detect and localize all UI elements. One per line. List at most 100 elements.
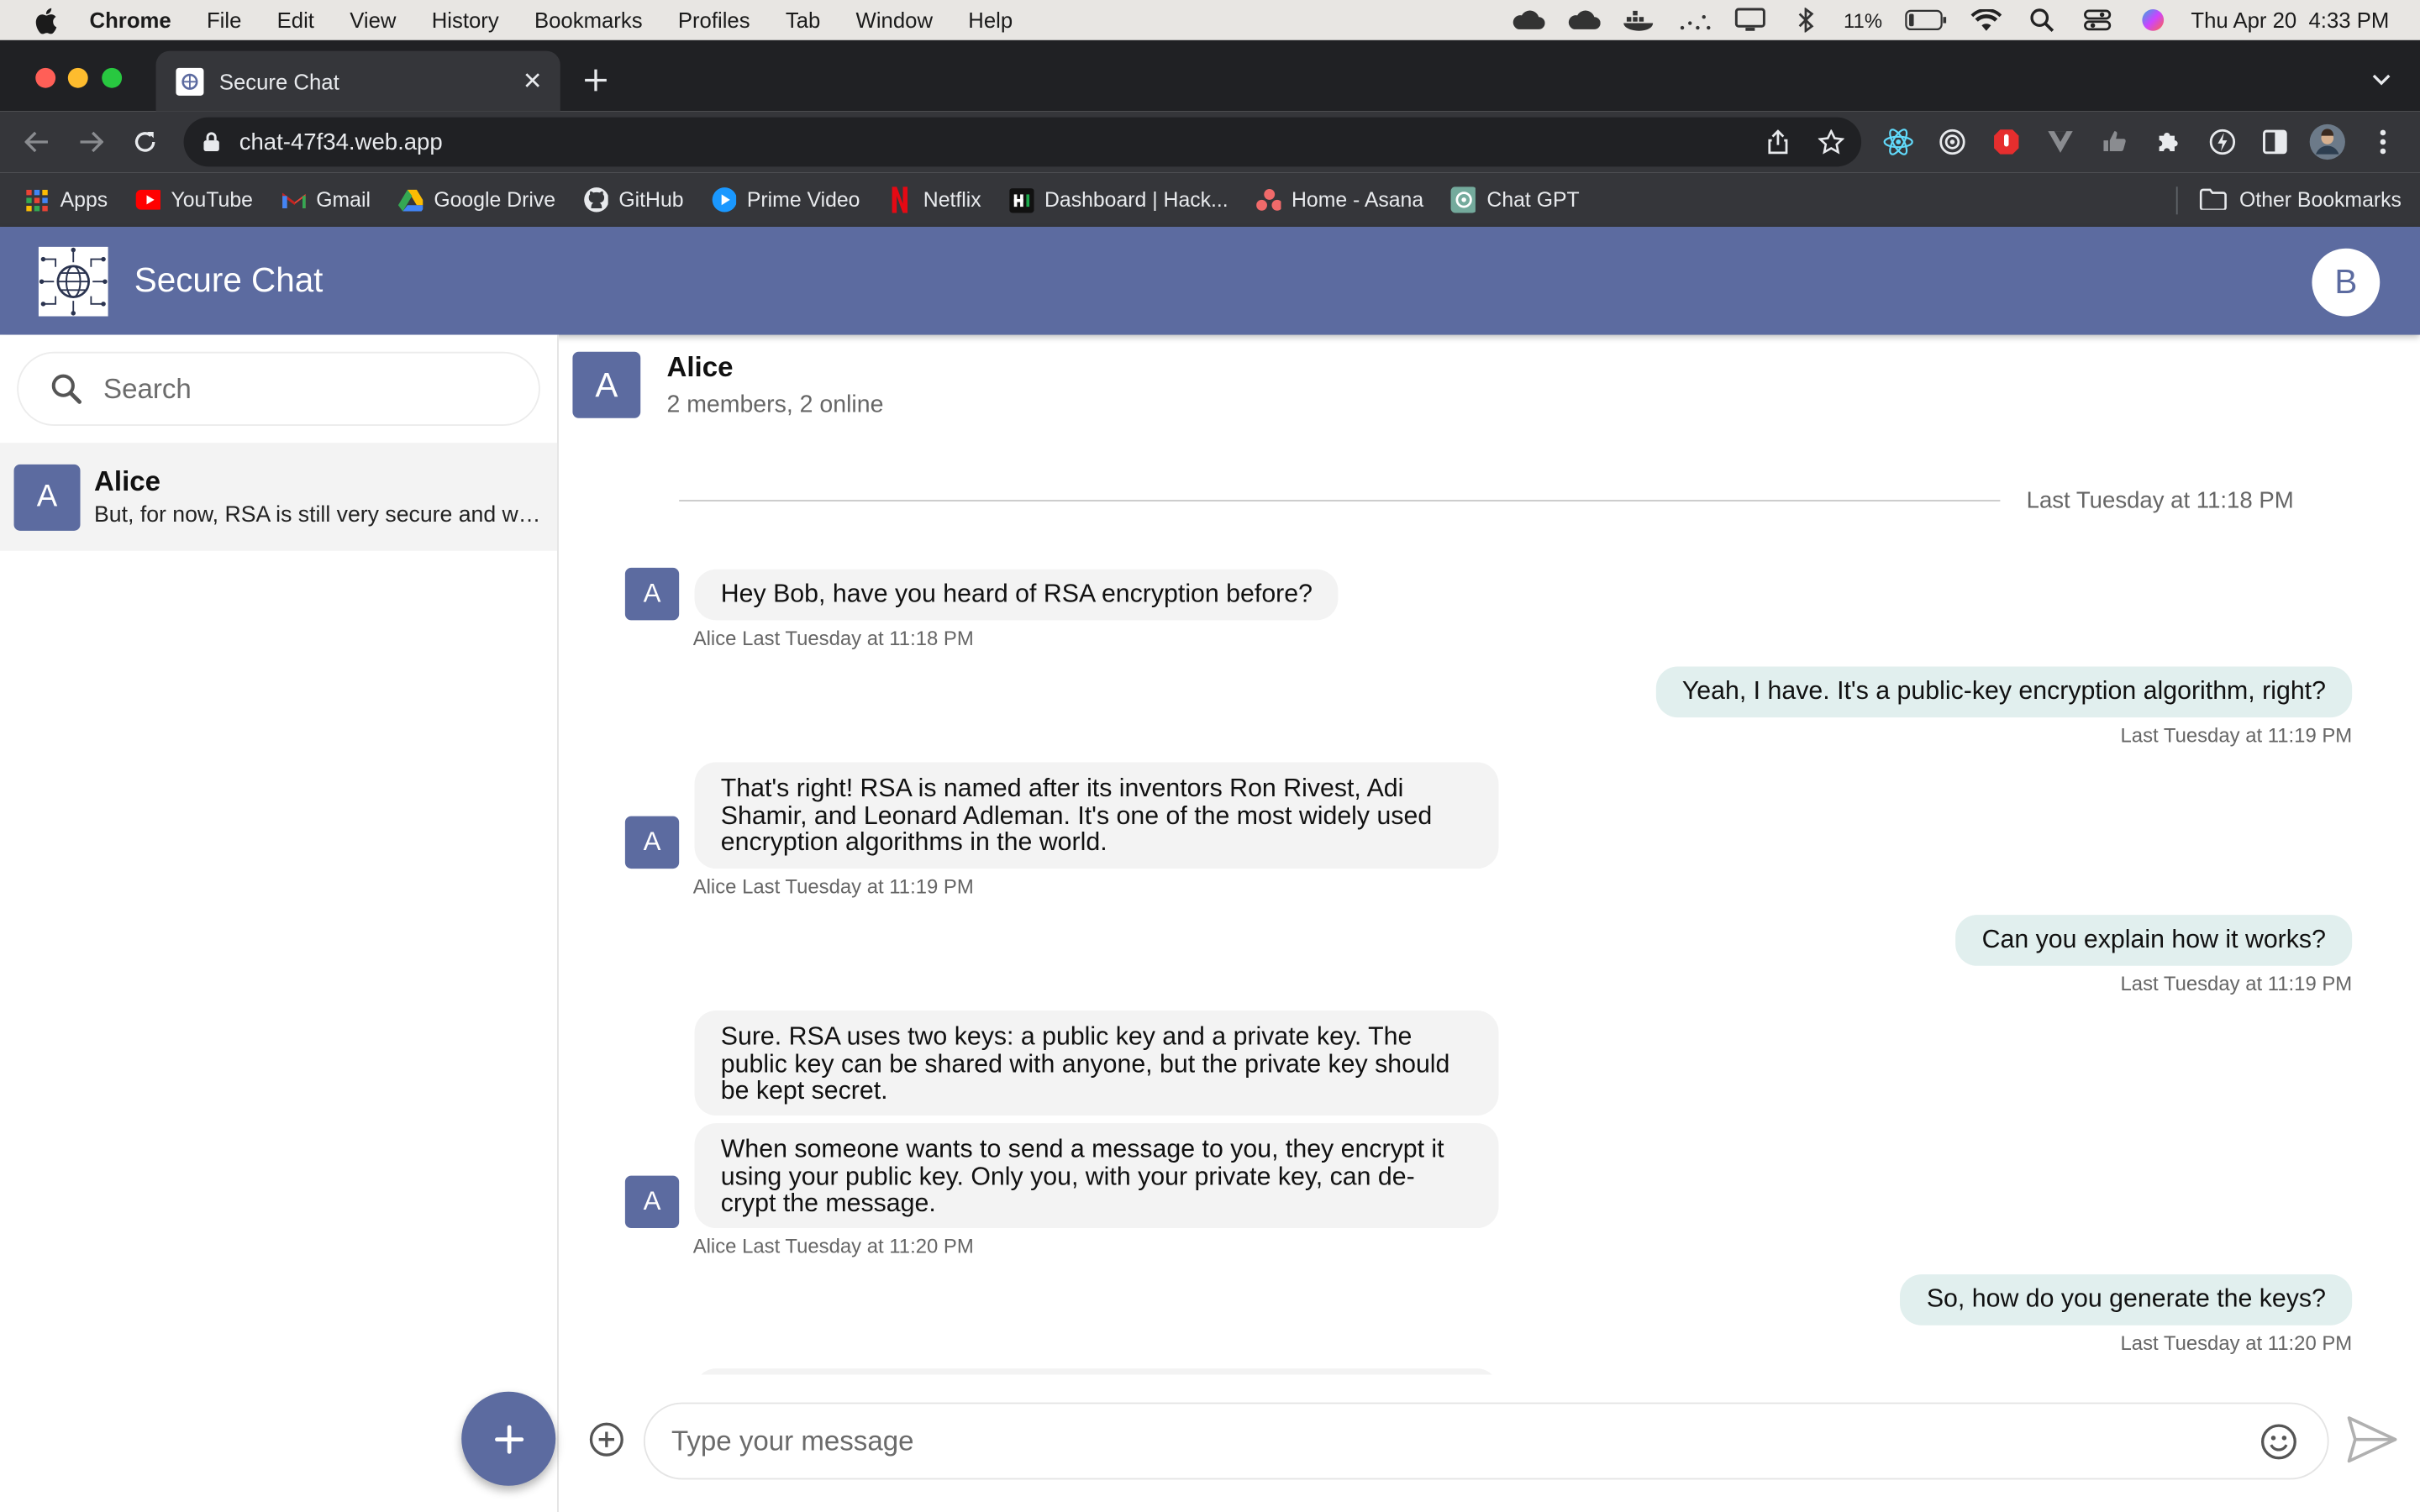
menu-edit[interactable]: Edit [277, 8, 314, 32]
message-avatar: A [624, 567, 680, 621]
bookmark-gmail[interactable]: Gmail [281, 187, 371, 212]
battery-icon[interactable] [1904, 8, 1947, 32]
emoji-icon[interactable] [2260, 1422, 2298, 1461]
wifi-icon[interactable] [1969, 8, 2002, 32]
bookmark-youtube[interactable]: YouTube [135, 187, 253, 212]
back-arrow-icon[interactable] [22, 127, 53, 158]
new-tab-icon[interactable] [581, 65, 612, 96]
bookmark-label: Gmail [316, 188, 371, 212]
address-bar[interactable]: chat-47f34.web.app [183, 117, 1862, 167]
bookmark-hackerrank[interactable]: Dashboard | Hack... [1008, 187, 1228, 213]
profile-avatar-icon[interactable] [2309, 123, 2346, 160]
bookmark-other-folder[interactable]: Other Bookmarks [2199, 173, 2402, 227]
new-conversation-button[interactable] [461, 1391, 556, 1486]
app-header: Secure Chat B [0, 227, 2420, 335]
display-icon[interactable] [1733, 8, 1766, 32]
menu-history[interactable]: History [432, 8, 499, 32]
message-meta: Last Tuesday at 11:20 PM [2120, 1331, 2353, 1355]
ad-blocker-icon[interactable] [1991, 127, 2022, 158]
bookmark-asana[interactable]: Home - Asana [1255, 187, 1424, 212]
apps-grid-icon [24, 187, 49, 212]
menubar-clock[interactable]: Thu Apr 20 4:33 PM [2191, 8, 2389, 32]
incoming-message-bubble: When someone wants to send a message to … [694, 1123, 1499, 1229]
incoming-message-bubble: Hey Bob, have you heard of RSA encryptio… [694, 569, 1339, 621]
bookmark-label: Home - Asana [1292, 188, 1424, 212]
cloud-icon[interactable] [1510, 8, 1544, 32]
menu-help[interactable]: Help [968, 8, 1013, 32]
menu-tab[interactable]: Tab [786, 8, 820, 32]
secure-chat-logo-icon [38, 246, 108, 317]
bookmark-prime-video[interactable]: Prime Video [712, 187, 860, 213]
bookmark-netflix[interactable]: Netflix [888, 186, 981, 213]
conversation-title: Alice [666, 351, 734, 383]
share-icon[interactable] [1764, 128, 1791, 155]
bookmark-label: Dashboard | Hack... [1044, 188, 1228, 212]
bookmark-chatgpt[interactable]: Chat GPT [1451, 186, 1580, 213]
extensions-puzzle-icon[interactable] [2153, 127, 2184, 158]
menu-profiles[interactable]: Profiles [678, 8, 750, 32]
message-meta: Last Tuesday at 11:19 PM [2120, 723, 2353, 747]
performance-icon[interactable] [2207, 127, 2238, 158]
outgoing-message-bubble: Can you explain how it works? [1955, 915, 2353, 966]
window-minimize-button[interactable] [67, 67, 88, 88]
forward-arrow-icon[interactable] [76, 127, 107, 158]
search-box[interactable] [17, 351, 540, 426]
vue-devtools-icon[interactable] [2045, 127, 2076, 158]
bookmark-label: Apps [60, 188, 108, 212]
bookmark-google-drive[interactable]: Google Drive [398, 187, 555, 212]
menu-view[interactable]: View [350, 8, 396, 32]
search-input[interactable] [103, 372, 490, 406]
thumbs-up-icon[interactable] [2099, 127, 2130, 158]
target-extension-icon[interactable] [1937, 127, 1968, 158]
siri-icon[interactable] [2135, 8, 2169, 32]
conversation-avatar: A [13, 464, 81, 531]
window-zoom-button[interactable] [102, 67, 123, 88]
activity-icon[interactable] [1677, 8, 1711, 32]
cloud-icon[interactable] [1565, 8, 1600, 32]
message-text-line: crypt the message. [720, 1189, 936, 1218]
browser-tab-active[interactable]: Secure Chat [155, 50, 560, 112]
conversation-avatar[interactable]: A [572, 351, 641, 418]
docker-icon[interactable] [1622, 8, 1655, 32]
send-icon[interactable] [2346, 1415, 2398, 1464]
message-text-line: encryption algorithms in the world. [720, 828, 1107, 857]
bookmark-github[interactable]: GitHub [583, 187, 684, 213]
incoming-message-bubble: Sure. RSA uses two keys: a public key an… [694, 1011, 1499, 1116]
tab-close-icon[interactable] [520, 68, 544, 92]
conversation-list-item[interactable]: A Alice But, for now, RSA is still very … [0, 443, 558, 551]
control-center-icon[interactable] [2080, 8, 2113, 32]
add-attachment-icon[interactable] [588, 1421, 625, 1458]
message-input[interactable] [671, 1425, 2215, 1457]
menu-app-name[interactable]: Chrome [90, 8, 171, 32]
menu-file[interactable]: File [207, 8, 241, 32]
window-close-button[interactable] [35, 67, 56, 88]
bluetooth-icon[interactable] [1788, 8, 1822, 33]
incoming-message-bubble-partial [694, 1368, 1499, 1375]
menu-bookmarks[interactable]: Bookmarks [534, 8, 643, 32]
react-devtools-icon[interactable] [1883, 127, 1914, 158]
apple-icon[interactable] [31, 6, 59, 34]
message-avatar: A [624, 816, 680, 869]
message-composer[interactable] [643, 1402, 2329, 1480]
bookmark-star-icon[interactable] [1817, 128, 1844, 155]
message-avatar: A [624, 1175, 680, 1229]
menu-window[interactable]: Window [856, 8, 933, 32]
url-text[interactable]: chat-47f34.web.app [239, 129, 443, 155]
message-list[interactable]: Last Tuesday at 11:18 PM A Hey Bob, have… [559, 443, 2420, 1375]
tab-search-chevron-icon[interactable] [2370, 68, 2395, 90]
secure-chat-favicon-icon [176, 66, 204, 95]
reload-icon[interactable] [129, 127, 160, 158]
user-avatar[interactable]: B [2312, 248, 2381, 317]
bookmark-apps[interactable]: Apps [24, 187, 108, 212]
date-divider: Last Tuesday at 11:18 PM [2026, 487, 2294, 514]
bookmark-label: GitHub [618, 188, 684, 212]
youtube-icon [135, 187, 160, 212]
chatgpt-icon [1451, 186, 1476, 213]
spotlight-search-icon[interactable] [2024, 8, 2058, 33]
lock-icon[interactable] [203, 131, 224, 153]
browser-toolbar: chat-47f34.web.app [0, 111, 2420, 173]
battery-percent: 11% [1844, 8, 1883, 32]
side-panel-icon[interactable] [2260, 127, 2291, 158]
bookmarks-divider [2175, 186, 2178, 215]
chrome-menu-icon[interactable] [2368, 127, 2399, 158]
